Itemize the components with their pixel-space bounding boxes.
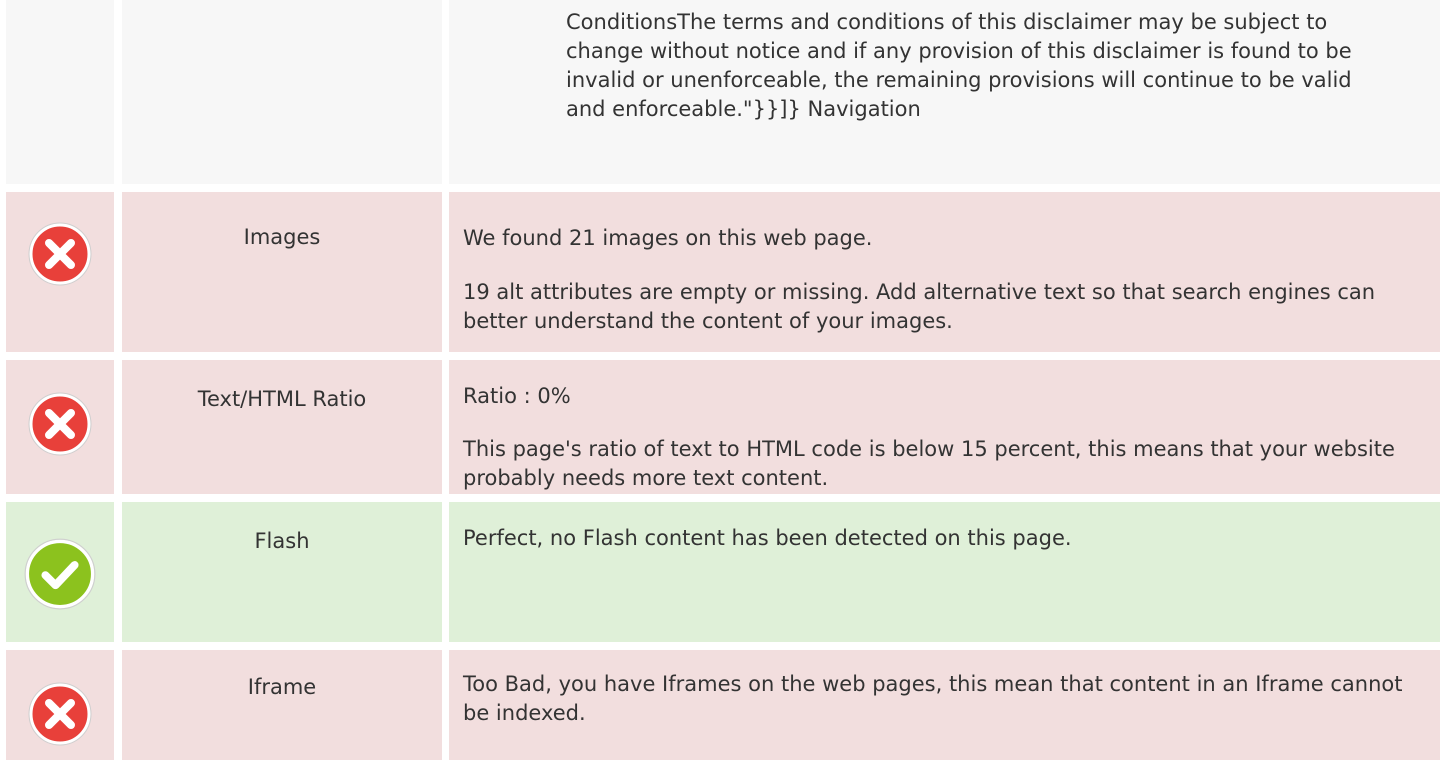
success-check-icon bbox=[24, 538, 96, 610]
seo-row-text-html-ratio: Text/HTML Ratio Ratio : 0% This page's r… bbox=[0, 360, 1446, 494]
top-description-cell: ConditionsThe terms and conditions of th… bbox=[449, 0, 1440, 184]
row-description-cell: Too Bad, you have Iframes on the web pag… bbox=[449, 650, 1440, 760]
row-label: Iframe bbox=[247, 675, 317, 699]
description-paragraph: Too Bad, you have Iframes on the web pag… bbox=[463, 672, 1403, 725]
row-description: Too Bad, you have Iframes on the web pag… bbox=[463, 670, 1420, 728]
row-label-cell: Text/HTML Ratio bbox=[122, 360, 442, 494]
row-description-cell: We found 21 images on this web page. 19 … bbox=[449, 192, 1440, 352]
seo-row-images: Images We found 21 images on this web pa… bbox=[0, 192, 1446, 352]
top-label-cell bbox=[122, 0, 442, 184]
status-icon-cell bbox=[6, 502, 114, 642]
row-label: Flash bbox=[254, 529, 310, 553]
row-description: Ratio : 0% This page's ratio of text to … bbox=[463, 382, 1420, 493]
row-description: We found 21 images on this web page. 19 … bbox=[463, 224, 1420, 336]
description-paragraph: We found 21 images on this web page. bbox=[463, 226, 873, 250]
status-icon-cell bbox=[6, 360, 114, 494]
status-icon-cell bbox=[6, 650, 114, 760]
description-paragraph: Perfect, no Flash content has been detec… bbox=[463, 526, 1072, 550]
error-x-icon bbox=[28, 392, 92, 456]
status-icon-cell bbox=[6, 192, 114, 352]
description-paragraph: Ratio : 0% bbox=[463, 384, 571, 408]
row-description-cell: Perfect, no Flash content has been detec… bbox=[449, 502, 1440, 642]
row-description: Perfect, no Flash content has been detec… bbox=[463, 524, 1420, 553]
seo-row-flash: Flash Perfect, no Flash content has been… bbox=[0, 502, 1446, 642]
top-description-text: ConditionsThe terms and conditions of th… bbox=[566, 10, 1352, 121]
seo-row-iframe: Iframe Too Bad, you have Iframes on the … bbox=[0, 650, 1446, 760]
row-label-cell: Images bbox=[122, 192, 442, 352]
description-paragraph: 19 alt attributes are empty or missing. … bbox=[463, 280, 1376, 333]
row-label: Images bbox=[243, 225, 321, 249]
row-label: Text/HTML Ratio bbox=[197, 387, 367, 411]
row-label-cell: Iframe bbox=[122, 650, 442, 760]
top-content-row: ConditionsThe terms and conditions of th… bbox=[0, 0, 1446, 184]
error-x-icon bbox=[28, 682, 92, 746]
error-x-icon bbox=[28, 222, 92, 286]
top-icon-cell bbox=[6, 0, 114, 184]
row-label-cell: Flash bbox=[122, 502, 442, 642]
description-paragraph: This page's ratio of text to HTML code i… bbox=[463, 437, 1395, 490]
row-description-cell: Ratio : 0% This page's ratio of text to … bbox=[449, 360, 1440, 494]
